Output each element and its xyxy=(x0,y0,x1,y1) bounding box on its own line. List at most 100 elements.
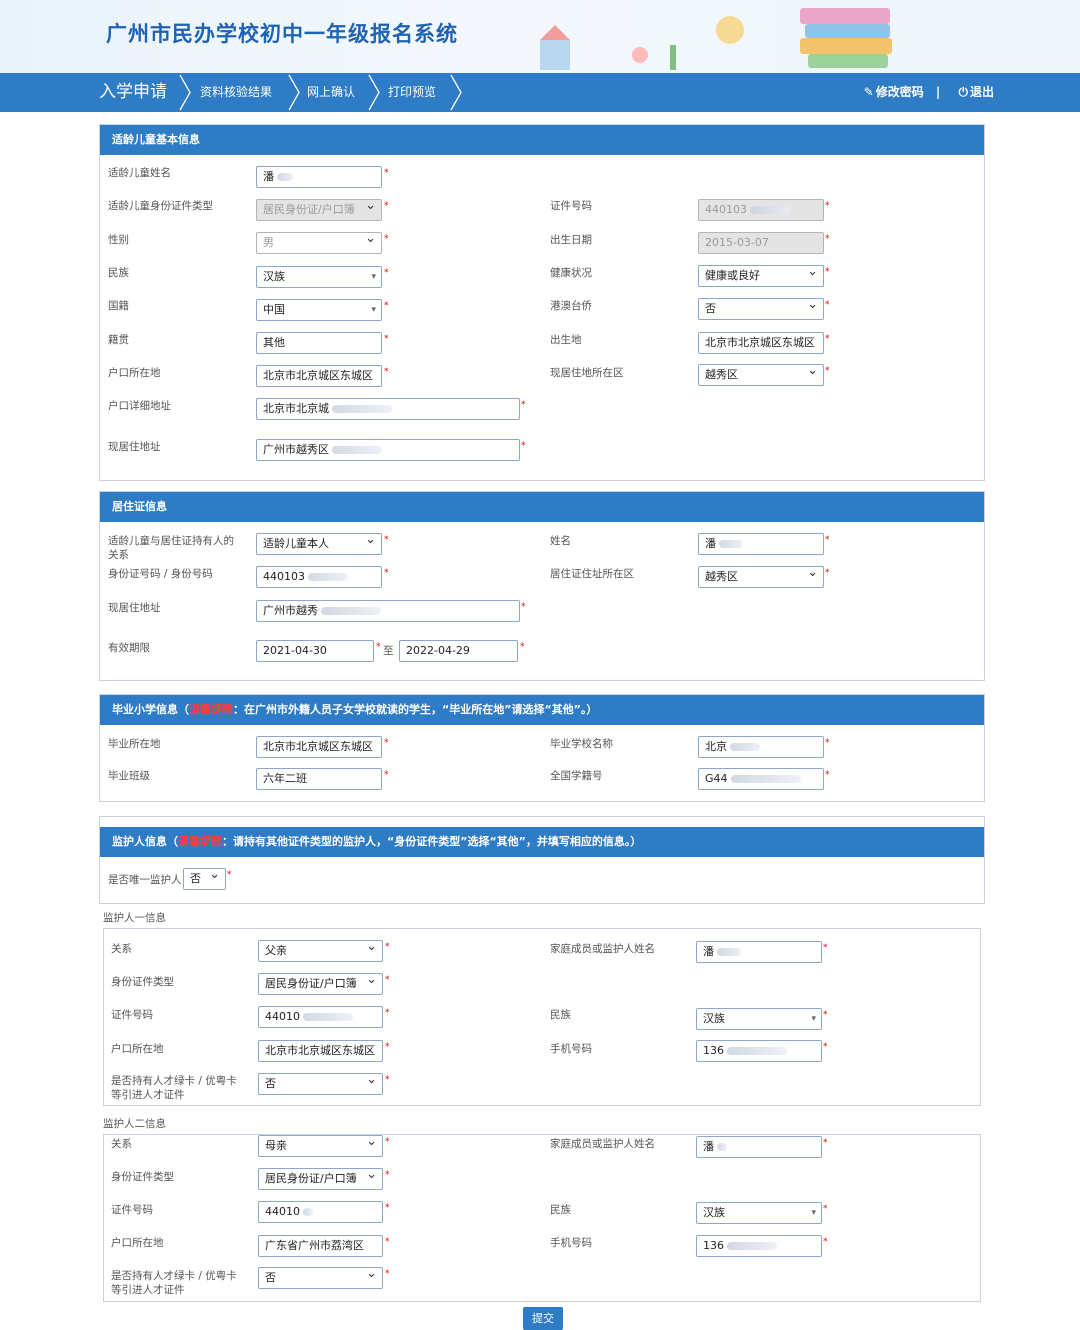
g1-idno-label: 证件号码 xyxy=(111,1009,153,1021)
child-birthplace-input[interactable]: 北京市北京城区东城区 xyxy=(698,332,824,354)
child-native-input[interactable]: 其他 xyxy=(256,332,382,354)
g1-idtype-select[interactable]: 居民身份证/户口簿 xyxy=(258,973,383,995)
child-ethnic-select[interactable]: 汉族 xyxy=(256,266,382,288)
child-native-label: 籍贯 xyxy=(108,334,129,346)
primary-school-label: 毕业学校名称 xyxy=(550,738,613,750)
permit-idno-input[interactable]: 440103 xyxy=(256,566,382,588)
primary-studentno-input[interactable]: G44 xyxy=(698,768,824,790)
g2-talent-select[interactable]: 否 xyxy=(258,1267,383,1289)
child-hmt-label: 港澳台侨 xyxy=(550,300,592,312)
g2-name-label: 家庭成员或监护人姓名 xyxy=(550,1138,655,1150)
submit-button[interactable]: 提交 xyxy=(523,1307,563,1330)
child-gender-label: 性别 xyxy=(108,234,129,246)
g1-hukou-label: 户口所在地 xyxy=(111,1043,164,1055)
required-mark: * xyxy=(384,201,389,211)
g1-phone-input[interactable]: 136 xyxy=(696,1040,822,1062)
permit-relation-select[interactable]: 适龄儿童本人 xyxy=(256,533,382,555)
g2-idtype-select[interactable]: 居民身份证/户口簿 xyxy=(258,1168,383,1190)
power-icon: ⏻ xyxy=(958,85,968,99)
child-name-input[interactable]: 潘 xyxy=(256,166,382,188)
header-banner: 广州市民办学校初中一年级报名系统 xyxy=(0,0,1080,73)
permit-valid-from-input[interactable]: 2021-04-30 xyxy=(256,640,374,662)
nav-step-apply[interactable]: 入学申请 xyxy=(99,73,167,112)
required-mark: * xyxy=(825,366,830,376)
guardian1-legend: 监护人一信息 xyxy=(103,910,166,925)
child-birth-input[interactable]: 2015-03-07 xyxy=(698,232,824,254)
child-idno-input[interactable]: 440103 xyxy=(698,199,824,221)
permit-valid-to-input[interactable]: 2022-04-29 xyxy=(399,640,518,662)
child-info-header: 适龄儿童基本信息 xyxy=(100,125,984,155)
primary-location-input[interactable]: 北京市北京城区东城区 xyxy=(256,736,382,758)
change-password-link[interactable]: 修改密码 xyxy=(876,85,924,99)
g2-hukou-label: 户口所在地 xyxy=(111,1237,164,1249)
guardian-only-select[interactable]: 否 xyxy=(183,868,226,890)
g1-ethnic-label: 民族 xyxy=(550,1009,571,1021)
primary-studentno-label: 全国学籍号 xyxy=(550,770,603,782)
g2-phone-input[interactable]: 136 xyxy=(696,1235,822,1257)
required-mark: * xyxy=(825,267,830,277)
g1-ethnic-select[interactable]: 汉族 xyxy=(696,1008,822,1030)
child-hukou-input[interactable]: 北京市北京城区东城区 xyxy=(256,365,382,387)
child-nation-select[interactable]: 中国 xyxy=(256,299,382,321)
g1-talent-select[interactable]: 否 xyxy=(258,1073,383,1095)
g1-relation-select[interactable]: 父亲 xyxy=(258,940,383,962)
required-mark: * xyxy=(385,1008,390,1018)
required-mark: * xyxy=(384,334,389,344)
g1-hukou-input[interactable]: 北京市北京城区东城区 xyxy=(258,1040,383,1062)
permit-addr-input[interactable]: 广州市越秀 xyxy=(256,600,520,622)
child-health-select[interactable]: 健康或良好 xyxy=(698,265,824,287)
primary-class-label: 毕业班级 xyxy=(108,770,150,782)
banner-illustration xyxy=(540,8,892,70)
g2-relation-select[interactable]: 母亲 xyxy=(258,1135,383,1157)
required-mark: * xyxy=(384,738,389,748)
permit-addr-label: 现居住地址 xyxy=(108,602,161,614)
child-nation-label: 国籍 xyxy=(108,300,129,312)
child-hmt-select[interactable]: 否 xyxy=(698,298,824,320)
primary-info-header: 毕业小学信息（温馨提醒：在广州市外籍人员子女学校就读的学生，“毕业所在地”请选择… xyxy=(100,695,984,725)
g1-phone-label: 手机号码 xyxy=(550,1043,592,1055)
permit-district-select[interactable]: 越秀区 xyxy=(698,566,824,588)
child-gender-select[interactable]: 男 xyxy=(256,232,382,254)
g2-name-input[interactable]: 潘 xyxy=(696,1136,822,1158)
required-mark: * xyxy=(385,975,390,985)
nav-step-verify-result[interactable]: 资料核验结果 xyxy=(200,73,272,112)
required-mark: * xyxy=(825,201,830,211)
required-mark: * xyxy=(384,568,389,578)
primary-school-input[interactable]: 北京 xyxy=(698,736,824,758)
permit-name-input[interactable]: 潘 xyxy=(698,533,824,555)
required-mark: * xyxy=(385,1170,390,1180)
required-mark: * xyxy=(385,1137,390,1147)
child-birth-label: 出生日期 xyxy=(550,234,592,246)
required-mark: * xyxy=(825,234,830,244)
primary-location-label: 毕业所在地 xyxy=(108,738,161,750)
g2-ethnic-select[interactable]: 汉族 xyxy=(696,1202,822,1224)
required-mark: * xyxy=(384,268,389,278)
permit-relation-label: 适龄儿童与居住证持有人的关系 xyxy=(108,535,234,561)
guardian-only-label: 是否唯一监护人 xyxy=(108,874,182,886)
g2-hukou-input[interactable]: 广东省广州市荔湾区 xyxy=(258,1235,383,1257)
chevron-right-icon xyxy=(368,74,380,111)
child-idtype-select[interactable]: 居民身份证/户口簿 xyxy=(256,199,382,221)
required-mark: * xyxy=(521,441,526,451)
required-mark: * xyxy=(825,535,830,545)
permit-info-panel: 居住证信息 xyxy=(99,491,985,681)
child-hukou-label: 户口所在地 xyxy=(108,367,161,379)
child-hukou-addr-input[interactable]: 北京市北京城 xyxy=(256,398,520,420)
child-residence-district-select[interactable]: 越秀区 xyxy=(698,364,824,386)
g2-idno-input[interactable]: 44010 xyxy=(258,1201,383,1223)
primary-class-input[interactable]: 六年二班 xyxy=(256,768,382,790)
child-info-panel: 适龄儿童基本信息 xyxy=(99,124,985,481)
nav-step-online-confirm[interactable]: 网上确认 xyxy=(307,73,355,112)
required-mark: * xyxy=(384,234,389,244)
g2-ethnic-label: 民族 xyxy=(550,1204,571,1216)
logout-link[interactable]: 退出 xyxy=(970,85,994,99)
required-mark: * xyxy=(520,642,525,652)
child-hukou-addr-label: 户口详细地址 xyxy=(108,400,171,412)
g1-name-input[interactable]: 潘 xyxy=(696,941,822,963)
child-residence-addr-input[interactable]: 广州市越秀区 xyxy=(256,439,520,461)
page-title: 广州市民办学校初中一年级报名系统 xyxy=(106,22,458,46)
nav-step-print-preview[interactable]: 打印预览 xyxy=(388,73,436,112)
required-mark: * xyxy=(823,1138,828,1148)
g1-idno-input[interactable]: 44010 xyxy=(258,1006,383,1028)
g1-talent-label: 是否持有人才绿卡 / 优粤卡等引进人才证件 xyxy=(111,1075,237,1101)
